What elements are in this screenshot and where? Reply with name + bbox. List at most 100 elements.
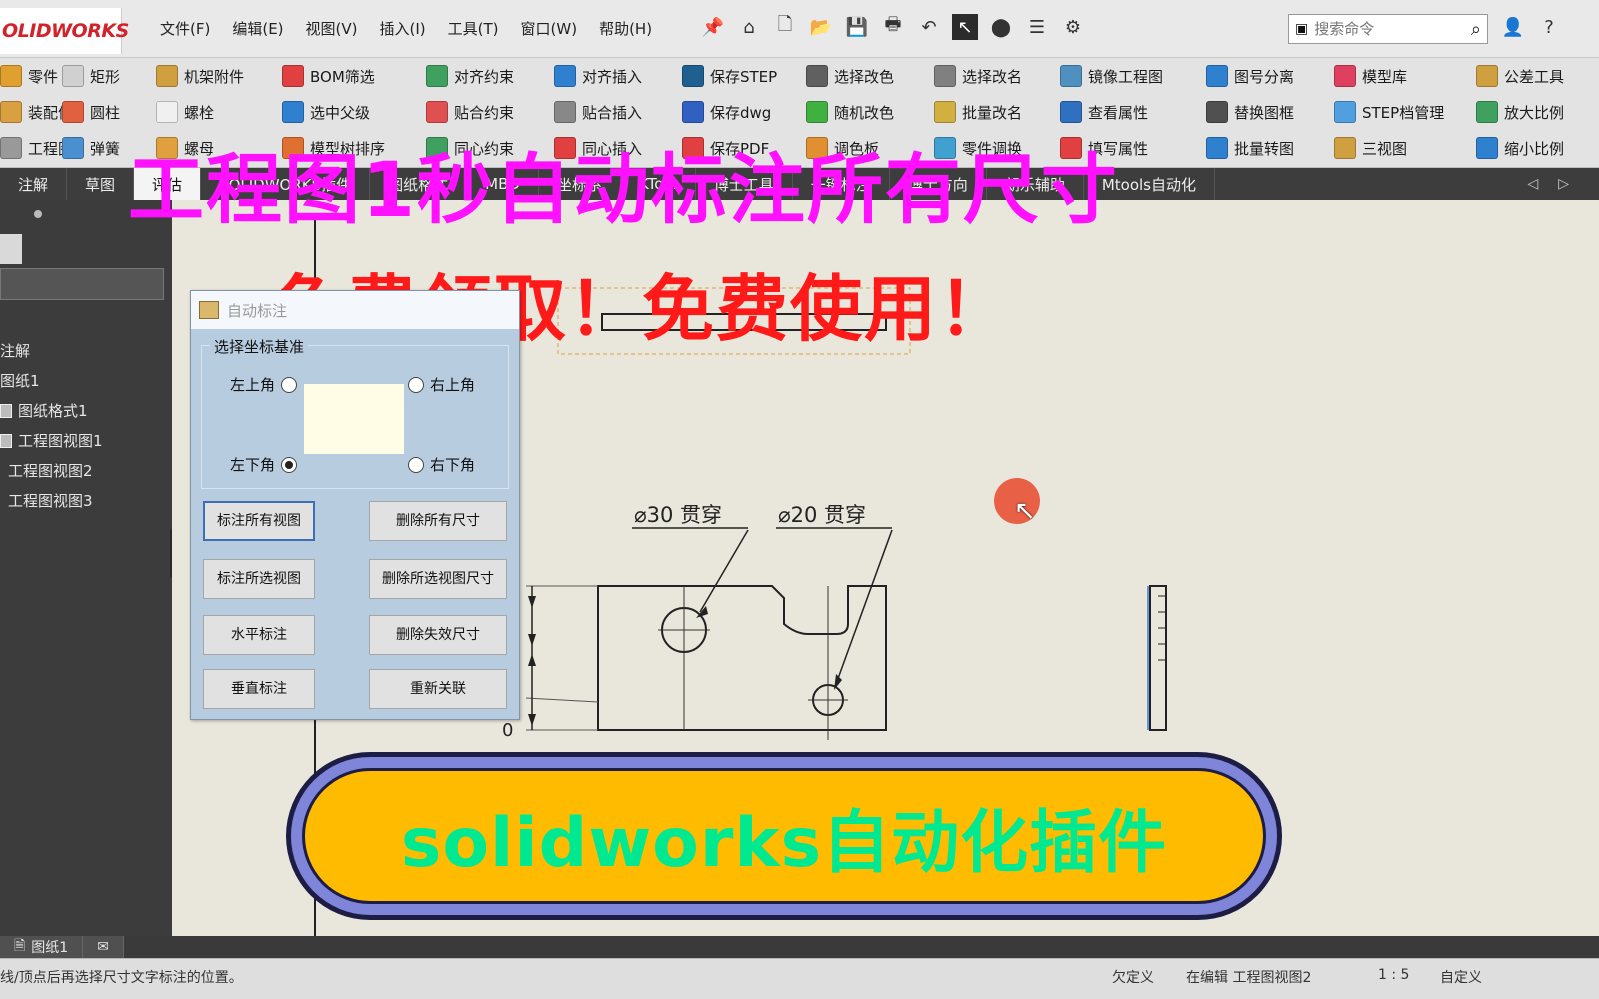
hole-note-20[interactable]: ⌀20 贯穿 <box>778 503 866 527</box>
horizontal-dimension-button[interactable]: 水平标注 <box>203 615 315 655</box>
ribbon-command-button[interactable]: 选择改名 <box>934 62 1022 90</box>
radio-circle-selected[interactable] <box>281 456 298 473</box>
select-cursor-icon[interactable]: ↖ <box>952 14 978 40</box>
ribbon-command-label: 批量改名 <box>962 103 1023 122</box>
menu-window[interactable]: 窗口(W) <box>521 18 578 39</box>
ribbon-command-icon <box>0 137 22 159</box>
search-icon[interactable]: ⌕ <box>1471 19 1481 40</box>
tree-item-drawing-view3[interactable]: 工程图视图3 <box>8 490 93 511</box>
vertical-dimension-button[interactable]: 垂直标注 <box>203 669 315 709</box>
undo-icon[interactable]: ↶ <box>916 14 942 40</box>
file-properties-icon[interactable]: ☰ <box>1024 14 1050 40</box>
ribbon-command-button[interactable]: BOM筛选 <box>282 62 385 90</box>
banner-body: solidworks自动化插件 <box>302 768 1266 904</box>
radio-circle[interactable] <box>281 376 298 393</box>
tree-item-annotations[interactable]: 注解 <box>0 340 30 361</box>
feature-manager-tab[interactable] <box>0 234 22 264</box>
new-document-icon[interactable]: 🗋 <box>772 14 798 40</box>
front-view-outline[interactable] <box>597 585 887 731</box>
ribbon-command-button[interactable]: 放大比例 <box>1476 98 1564 126</box>
open-icon[interactable]: 📂 <box>808 14 834 40</box>
ribbon-command-button[interactable]: 随机改色 <box>806 98 894 126</box>
dimension-arrow <box>528 654 536 666</box>
tree-item-drawing-view1[interactable]: 工程图视图1 <box>0 430 103 451</box>
ribbon-command-button[interactable]: 机架附件 <box>156 62 244 90</box>
print-icon[interactable]: 🖶 <box>880 14 906 40</box>
ribbon-command-button[interactable]: 螺栓 <box>156 98 244 126</box>
ribbon-command-icon <box>62 101 84 123</box>
ribbon-command-label: 放大比例 <box>1504 103 1565 122</box>
menu-tools[interactable]: 工具(T) <box>448 18 499 39</box>
feature-manager-tree: 注解 图纸1 图纸格式1 工程图视图1 工程图视图2 工程图视图3 <box>0 200 172 940</box>
solidworks-logo[interactable]: OLIDWORKS <box>0 8 129 54</box>
search-input[interactable] <box>1314 20 1435 38</box>
rebuild-traffic-light-icon[interactable]: ⬤ <box>988 14 1014 40</box>
ribbon-command-button[interactable]: 贴合插入 <box>554 98 642 126</box>
tree-filter-input[interactable] <box>0 268 164 300</box>
menu-edit[interactable]: 编辑(E) <box>232 18 283 39</box>
user-icon[interactable]: 👤 <box>1500 14 1526 40</box>
ribbon-command-button[interactable]: 矩形 <box>62 62 120 90</box>
status-scale[interactable]: 1 : 5 <box>1378 967 1409 983</box>
ribbon-command-button[interactable]: 查看属性 <box>1060 98 1163 126</box>
ribbon-command-button[interactable]: 镜像工程图 <box>1060 62 1163 90</box>
side-view-outline[interactable] <box>1149 585 1167 731</box>
ribbon-command-button[interactable]: 替换图框 <box>1206 98 1294 126</box>
tab-annotation[interactable]: 注解 <box>0 168 68 200</box>
ribbon-command-button[interactable]: 弹簧 <box>62 134 120 162</box>
ribbon-command-button[interactable]: 缩小比例 <box>1476 134 1564 162</box>
dimension-value[interactable]: 0 <box>502 720 513 741</box>
dialog-title: 自动标注 <box>227 301 288 320</box>
ribbon-command-label: 选择改色 <box>834 67 895 86</box>
promo-banner: solidworks自动化插件 <box>286 752 1282 920</box>
tab-sketch[interactable]: 草图 <box>67 168 135 200</box>
delete-invalid-dimensions-button[interactable]: 删除失效尺寸 <box>369 615 507 655</box>
ribbon-command-label: 随机改色 <box>834 103 895 122</box>
home-icon[interactable]: ⌂ <box>736 14 762 40</box>
menu-help[interactable]: 帮助(H) <box>599 18 652 39</box>
ribbon-command-button[interactable]: 对齐插入 <box>554 62 642 90</box>
ribbon-command-button[interactable]: 选中父级 <box>282 98 385 126</box>
menu-view[interactable]: 视图(V) <box>306 18 358 39</box>
radio-top-right[interactable]: 右上角 <box>408 374 475 395</box>
status-units[interactable]: 自定义 <box>1440 967 1482 987</box>
ribbon-command-button[interactable]: 模型库 <box>1334 62 1444 90</box>
ribbon-command-button[interactable]: 选择改色 <box>806 62 894 90</box>
pin-icon[interactable]: 📌 <box>700 14 726 40</box>
ribbon-command-button[interactable]: 图号分离 <box>1206 62 1294 90</box>
ribbon-command-button[interactable]: 贴合约束 <box>426 98 514 126</box>
delete-all-dimensions-button[interactable]: 删除所有尺寸 <box>369 501 507 541</box>
radio-bottom-right[interactable]: 右下角 <box>408 454 475 475</box>
hole-note-30[interactable]: ⌀30 贯穿 <box>634 503 722 527</box>
ribbon-command-button[interactable]: 保存STEP <box>682 62 777 90</box>
scroll-left-icon[interactable]: ◁ <box>1527 176 1538 192</box>
tree-item-sheet1[interactable]: 图纸1 <box>0 370 40 391</box>
delete-selected-view-dimensions-button[interactable]: 删除所选视图尺寸 <box>369 559 507 599</box>
ribbon-command-button[interactable]: 保存dwg <box>682 98 777 126</box>
ribbon-command-button[interactable]: 圆柱 <box>62 98 120 126</box>
annotate-selected-view-button[interactable]: 标注所选视图 <box>203 559 315 599</box>
tree-item-sheet-format1[interactable]: 图纸格式1 <box>0 400 88 421</box>
ribbon-command-button[interactable]: 公差工具 <box>1476 62 1564 90</box>
menu-file[interactable]: 文件(F) <box>160 18 210 39</box>
relink-button[interactable]: 重新关联 <box>369 669 507 709</box>
sheet-tab-1[interactable]: 🗎 图纸1 <box>0 936 84 958</box>
ribbon-command-button[interactable]: 对齐约束 <box>426 62 514 90</box>
ribbon-command-button[interactable]: STEP档管理 <box>1334 98 1444 126</box>
ribbon-command-button[interactable]: 批量改名 <box>934 98 1022 126</box>
radio-bottom-left[interactable]: 左下角 <box>230 454 298 475</box>
radio-circle[interactable] <box>408 456 424 473</box>
panel-pin-icon[interactable] <box>34 210 42 218</box>
help-icon[interactable]: ? <box>1536 14 1562 40</box>
title-bar: OLIDWORKS 文件(F) 编辑(E) 视图(V) 插入(I) 工具(T) … <box>0 0 1599 58</box>
dialog-title-bar[interactable]: 自动标注 <box>191 291 519 329</box>
radio-circle[interactable] <box>408 376 424 393</box>
radio-top-left[interactable]: 左上角 <box>230 374 298 395</box>
save-icon[interactable]: 💾 <box>844 14 870 40</box>
scroll-right-icon[interactable]: ▷ <box>1558 176 1569 192</box>
tree-item-drawing-view2[interactable]: 工程图视图2 <box>8 460 93 481</box>
add-sheet-button[interactable]: ✉ <box>83 936 124 958</box>
menu-insert[interactable]: 插入(I) <box>380 18 426 39</box>
gear-icon[interactable]: ⚙ <box>1060 14 1086 40</box>
annotate-all-views-button[interactable]: 标注所有视图 <box>203 501 315 541</box>
